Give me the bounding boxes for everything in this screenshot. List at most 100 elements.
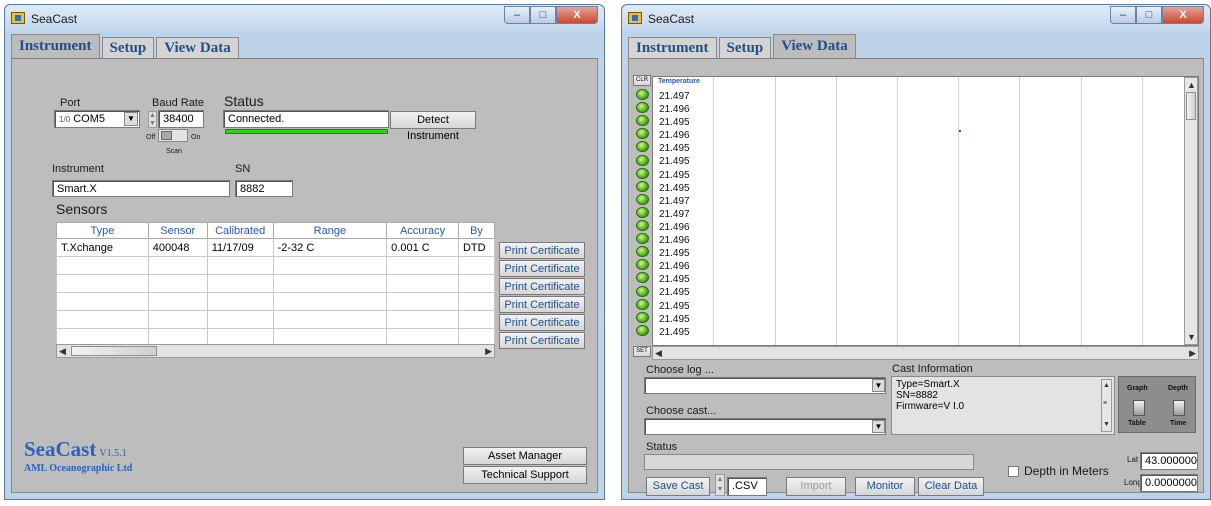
depth-in-meters-checkbox[interactable] (1008, 466, 1019, 477)
scan-toggle-thumb[interactable] (161, 131, 172, 140)
table-cell[interactable] (56, 310, 149, 329)
long-input[interactable]: 0.0000000 (1140, 474, 1198, 492)
table-cell[interactable] (386, 256, 459, 275)
table-cell[interactable] (56, 292, 149, 311)
chevron-down-icon[interactable]: ▼ (124, 112, 138, 126)
table-cell[interactable] (147, 310, 208, 329)
choose-log-select[interactable] (644, 377, 886, 394)
data-grid[interactable]: Temperature 21.497 21.496 21.495 21.496 21.4… (652, 76, 1199, 346)
print-certificate-button[interactable]: Print Certificate (499, 278, 585, 295)
format-stepper-icon[interactable]: ▲ ▼ (715, 474, 725, 496)
column-header[interactable]: Range (272, 222, 388, 239)
table-cell[interactable] (457, 310, 496, 329)
port-select[interactable]: 1/0 COM5 ▼ (54, 110, 140, 128)
table-cell[interactable]: 0.001 C (386, 238, 459, 257)
clear-data-button[interactable]: Clear Data (918, 477, 984, 496)
table-row[interactable] (56, 310, 496, 329)
table-cell[interactable] (56, 256, 149, 275)
print-certificate-button[interactable]: Print Certificate (499, 332, 585, 349)
close-button[interactable]: X (1162, 6, 1204, 24)
table-row[interactable] (56, 274, 496, 293)
table-cell[interactable] (386, 292, 459, 311)
scroll-right-icon[interactable]: ▶ (485, 345, 492, 357)
scrollbar-thumb[interactable] (1186, 92, 1196, 120)
table-cell[interactable] (272, 256, 388, 275)
table-cell[interactable]: 400048 (147, 238, 208, 257)
depth-time-toggle[interactable] (1173, 400, 1185, 416)
tab-view-data[interactable]: View Data (156, 37, 239, 58)
table-cell[interactable] (56, 274, 149, 293)
monitor-button[interactable]: Monitor (855, 477, 915, 496)
maximize-button[interactable]: □ (530, 6, 556, 24)
asset-manager-button[interactable]: Asset Manager (463, 447, 587, 465)
table-cell[interactable] (206, 256, 274, 275)
table-row[interactable] (56, 256, 496, 275)
table-cell[interactable] (206, 292, 274, 311)
print-certificate-button[interactable]: Print Certificate (499, 260, 585, 277)
table-cell[interactable] (457, 274, 496, 293)
maximize-button[interactable]: □ (1136, 6, 1162, 24)
baud-rate-input[interactable]: 38400 (158, 110, 204, 128)
table-cell[interactable] (272, 310, 388, 329)
table-cell[interactable]: 11/17/09 (206, 238, 274, 257)
scroll-down-icon[interactable]: ▼ (1103, 419, 1110, 431)
scroll-up-icon[interactable]: ▲ (1103, 380, 1110, 392)
choose-cast-select[interactable] (644, 418, 886, 435)
chevron-down-icon[interactable]: ▼ (872, 420, 885, 433)
table-cell[interactable]: -2-32 C (272, 238, 388, 257)
tab-view-data[interactable]: View Data (773, 34, 856, 58)
scroll-right-icon[interactable]: ▶ (1189, 347, 1196, 359)
save-cast-button[interactable]: Save Cast (646, 477, 710, 496)
export-format-field[interactable]: .CSV (727, 477, 767, 496)
column-header[interactable]: Calibrated (206, 222, 274, 239)
close-button[interactable]: X (556, 6, 598, 24)
baud-stepper-icon[interactable]: ▲ ▼ (148, 111, 157, 128)
graph-table-toggle[interactable] (1133, 400, 1145, 416)
table-row[interactable]: T.Xchange 400048 11/17/09 -2-32 C 0.001 C DTD (56, 238, 496, 257)
title-bar[interactable]: SeaCast – □ X (5, 5, 604, 32)
scroll-up-icon[interactable]: ▲ (1187, 79, 1196, 91)
minimize-button[interactable]: – (504, 6, 530, 24)
technical-support-button[interactable]: Technical Support (463, 466, 587, 484)
table-cell[interactable] (386, 310, 459, 329)
tab-instrument[interactable]: Instrument (11, 34, 100, 58)
table-cell[interactable] (147, 256, 208, 275)
table-cell[interactable] (457, 256, 496, 275)
grid-horizontal-scrollbar[interactable]: ◀ ▶ (652, 346, 1199, 360)
table-cell[interactable] (457, 292, 496, 311)
scroll-down-icon[interactable]: ▼ (1187, 331, 1196, 343)
title-bar[interactable]: SeaCast – □ X (622, 5, 1210, 32)
grid-vertical-scrollbar[interactable]: ▲ ▼ (1184, 77, 1198, 345)
table-cell[interactable] (147, 274, 208, 293)
detect-instrument-button[interactable]: Detect Instrument (390, 111, 476, 142)
column-header[interactable]: Type (56, 222, 149, 239)
lat-input[interactable]: 43.0000000 (1140, 452, 1198, 470)
table-cell[interactable] (206, 274, 274, 293)
scrollbar-thumb[interactable] (71, 346, 157, 356)
sensors-horizontal-scrollbar[interactable]: ◀ ▶ (56, 344, 495, 358)
tab-setup[interactable]: Setup (718, 37, 772, 58)
table-cell[interactable] (272, 274, 388, 293)
table-cell[interactable]: DTD (457, 238, 496, 257)
scan-toggle[interactable] (158, 129, 188, 142)
set-button[interactable]: SET (633, 346, 651, 357)
scroll-thumb-icon[interactable]: ≡ (1103, 398, 1107, 410)
table-cell[interactable] (272, 292, 388, 311)
cast-info-scrollbar[interactable]: ▲ ≡ ▼ (1101, 379, 1112, 432)
clr-button[interactable]: CLR (633, 75, 651, 86)
table-row[interactable] (56, 292, 496, 311)
scroll-left-icon[interactable]: ◀ (59, 345, 66, 357)
tab-setup[interactable]: Setup (101, 37, 155, 58)
column-header[interactable]: Accuracy (386, 222, 459, 239)
print-certificate-button[interactable]: Print Certificate (499, 242, 585, 259)
minimize-button[interactable]: – (1110, 6, 1136, 24)
column-header[interactable]: By (457, 222, 496, 239)
table-cell[interactable] (206, 310, 274, 329)
table-cell[interactable] (386, 274, 459, 293)
import-button[interactable]: Import (786, 477, 846, 496)
print-certificate-button[interactable]: Print Certificate (499, 314, 585, 331)
chevron-down-icon[interactable]: ▼ (872, 379, 885, 392)
column-header[interactable]: Sensor (147, 222, 208, 239)
table-cell[interactable] (147, 292, 208, 311)
scroll-left-icon[interactable]: ◀ (655, 347, 662, 359)
